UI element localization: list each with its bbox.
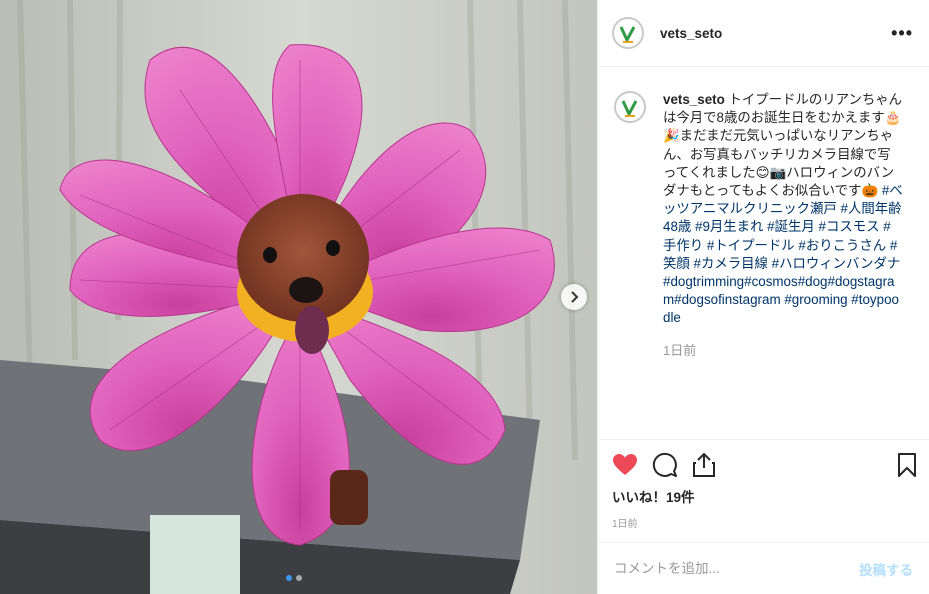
comment-button[interactable]	[652, 452, 678, 478]
carousel-next-button[interactable]	[561, 284, 587, 310]
clinic-logo-icon	[616, 21, 640, 45]
caption-avatar[interactable]	[614, 91, 646, 123]
action-bar: いいね！19件 1日前	[598, 439, 929, 542]
instagram-post: vets_seto ••• vets_seto トイプードルのリアンちゃんは今月…	[0, 0, 929, 594]
likes-count[interactable]: いいね！19件	[612, 486, 917, 506]
post-photo[interactable]	[0, 0, 597, 594]
post-header: vets_seto •••	[598, 0, 929, 67]
comment-icon	[652, 452, 677, 477]
carousel-dot	[296, 575, 302, 581]
post-caption: vets_seto トイプードルのリアンちゃんは今月で8歳のお誕生日をむかえます…	[663, 91, 904, 439]
carousel-indicator	[286, 575, 302, 581]
share-button[interactable]	[692, 452, 716, 478]
more-options-icon[interactable]: •••	[891, 24, 913, 42]
heart-filled-icon	[613, 454, 637, 475]
like-button[interactable]	[612, 453, 638, 477]
carousel-dot-active	[286, 575, 292, 581]
post-sidebar: vets_seto ••• vets_seto トイプードルのリアンちゃんは今月…	[597, 0, 929, 594]
comment-input[interactable]	[614, 561, 859, 576]
avatar[interactable]	[612, 17, 644, 49]
dog-flower-photo	[0, 0, 597, 594]
caption-area: vets_seto トイプードルのリアンちゃんは今月で8歳のお誕生日をむかえます…	[598, 67, 929, 439]
bookmark-icon	[898, 453, 916, 477]
caption-username[interactable]: vets_seto	[663, 92, 725, 107]
clinic-logo-icon	[618, 95, 642, 119]
chevron-right-icon	[571, 291, 579, 303]
post-date: 1日前	[612, 519, 638, 530]
caption-time: 1日前	[663, 342, 697, 358]
post-comment-button[interactable]: 投稿する	[859, 559, 913, 579]
share-icon	[693, 452, 715, 477]
save-button[interactable]	[897, 452, 917, 478]
header-username[interactable]: vets_seto	[660, 26, 722, 41]
caption-text: トイプードルのリアンちゃんは今月で8歳のお誕生日をむかえます🎂🎉まだまだ元気いっ…	[663, 92, 903, 199]
comment-box: 投稿する	[598, 542, 929, 594]
hashtags-en[interactable]: #dogtrimming#cosmos#dog#dogstagram#dogso…	[663, 274, 899, 325]
